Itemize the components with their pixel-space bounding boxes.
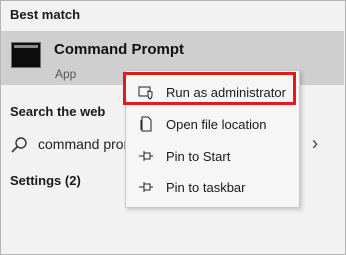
chevron-right-icon[interactable]: › [312, 132, 318, 155]
menu-item-label: Pin to Start [166, 149, 231, 164]
best-match-heading: Best match [10, 7, 81, 22]
menu-item-label: Open file location [166, 117, 267, 132]
search-icon [11, 137, 27, 153]
pin-icon [139, 151, 153, 161]
search-the-web-heading: Search the web [10, 104, 106, 119]
highlight-box [123, 72, 296, 105]
menu-item-label: Pin to taskbar [166, 180, 246, 195]
app-name[interactable]: Command Prompt [54, 41, 184, 58]
app-type: App [55, 67, 77, 81]
pin-icon [139, 182, 153, 192]
command-prompt-icon [11, 42, 41, 68]
menu-item-pin-to-start[interactable]: Pin to Start [126, 141, 299, 171]
file-icon [140, 116, 152, 132]
menu-item-open-file-location[interactable]: Open file location [126, 109, 299, 139]
menu-item-pin-to-taskbar[interactable]: Pin to taskbar [126, 172, 299, 202]
settings-heading: Settings (2) [10, 173, 81, 188]
web-search-query[interactable]: command prompt [38, 136, 126, 152]
